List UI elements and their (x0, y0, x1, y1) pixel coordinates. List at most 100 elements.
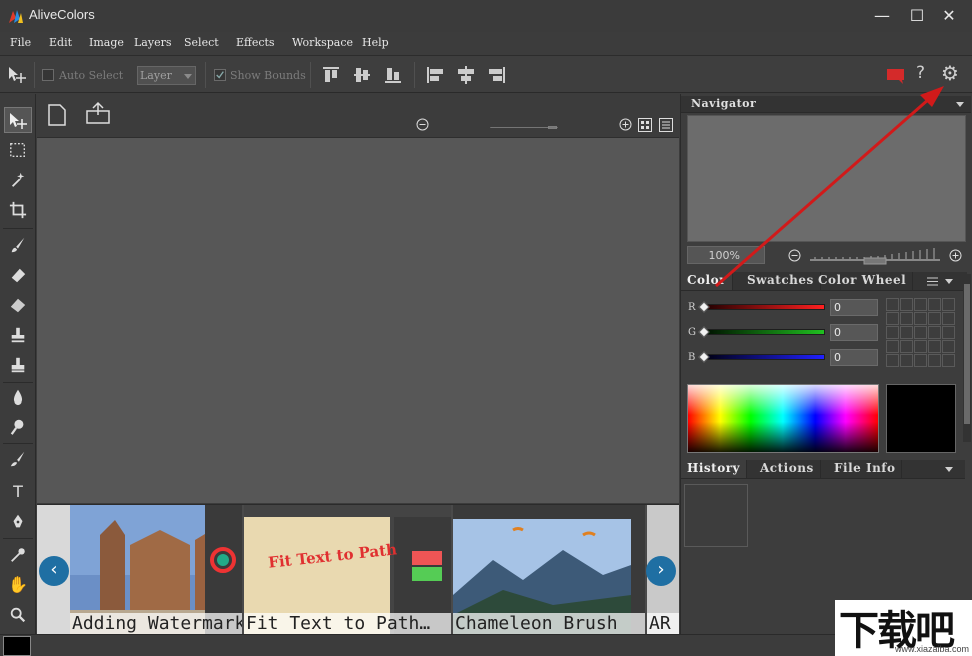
carousel-card-fit-text[interactable]: Fit Text to Path Fit Text to Path… (244, 505, 451, 635)
chevron-down-icon[interactable] (956, 102, 964, 107)
sponge-icon[interactable] (4, 414, 32, 440)
blue-slider[interactable] (703, 354, 825, 360)
minimize-button[interactable]: — (865, 4, 899, 28)
swatch-cell[interactable] (942, 312, 955, 325)
swatch-cell[interactable] (914, 354, 927, 367)
swatch-cell[interactable] (914, 298, 927, 311)
magic-wand-icon[interactable] (4, 167, 32, 193)
menu-file[interactable]: File (10, 36, 31, 49)
maximize-button[interactable]: ☐ (900, 4, 934, 28)
align-bottom-icon[interactable] (382, 65, 404, 85)
panel-scrollbar[interactable] (963, 274, 971, 442)
stamp-icon[interactable] (4, 322, 32, 348)
chevron-down-icon[interactable] (945, 279, 953, 284)
navigator-zoom-in-icon[interactable] (949, 249, 962, 262)
layer-select[interactable]: Layer (137, 66, 196, 85)
menu-layers[interactable]: Layers (134, 36, 172, 49)
carousel-prev-button[interactable]: ‹ (39, 556, 69, 586)
swatch-cell[interactable] (928, 312, 941, 325)
tab-color[interactable]: Color (681, 272, 733, 290)
new-document-icon[interactable] (47, 103, 67, 127)
align-vcenter-icon[interactable] (351, 65, 373, 85)
swatch-cell[interactable] (900, 312, 913, 325)
canvas-area[interactable] (37, 137, 679, 503)
menu-image[interactable]: Image (89, 36, 124, 49)
swatch-cell[interactable] (942, 354, 955, 367)
align-top-icon[interactable] (320, 65, 342, 85)
blur-icon[interactable] (4, 384, 32, 410)
open-document-icon[interactable] (85, 101, 111, 125)
brush-icon[interactable] (4, 232, 32, 258)
red-slider[interactable] (703, 304, 825, 310)
swatch-cell[interactable] (928, 298, 941, 311)
navigator-zoom-slider[interactable] (810, 245, 940, 265)
swatch-cell[interactable] (942, 340, 955, 353)
swatch-cell[interactable] (886, 354, 899, 367)
settings-icon[interactable]: ⚙ (941, 61, 959, 85)
chevron-down-icon[interactable] (945, 467, 953, 472)
swatch-cell[interactable] (914, 326, 927, 339)
swatch-cell[interactable] (900, 298, 913, 311)
menu-select[interactable]: Select (184, 36, 219, 49)
zoom-out-icon[interactable] (416, 118, 429, 131)
swatch-cell[interactable] (942, 298, 955, 311)
tab-actions[interactable]: Actions (754, 460, 821, 478)
eraser-icon[interactable] (4, 262, 32, 288)
gradient-icon[interactable] (4, 292, 32, 318)
panel-menu-icon[interactable] (927, 277, 938, 286)
text-icon[interactable]: T (4, 479, 32, 505)
history-snapshot[interactable] (684, 484, 748, 547)
carousel-next-button[interactable]: › (646, 556, 676, 586)
swatch-cell[interactable] (900, 340, 913, 353)
swatch-cell[interactable] (900, 326, 913, 339)
menu-effects[interactable]: Effects (236, 36, 275, 49)
foreground-color-swatch[interactable] (3, 636, 31, 656)
menu-edit[interactable]: Edit (49, 36, 72, 49)
align-left-icon[interactable] (424, 65, 446, 85)
swatch-cell[interactable] (886, 312, 899, 325)
rect-select-icon[interactable] (4, 137, 32, 163)
menu-workspace[interactable]: Workspace (292, 36, 353, 49)
red-value-field[interactable]: 0 (830, 299, 878, 316)
tab-color-wheel[interactable]: Color Wheel (812, 272, 914, 290)
color-spectrum-picker[interactable] (687, 384, 879, 453)
show-bounds-checkbox[interactable] (214, 69, 226, 81)
swatch-cell[interactable] (886, 326, 899, 339)
menu-help[interactable]: Help (362, 36, 389, 49)
auto-select-checkbox[interactable] (42, 69, 54, 81)
pen-icon[interactable] (4, 509, 32, 535)
zoom-in-icon[interactable] (619, 118, 632, 131)
crop-icon[interactable] (4, 197, 32, 223)
swatch-cell[interactable] (928, 354, 941, 367)
zoom-icon[interactable] (4, 602, 32, 628)
tab-file-info[interactable]: File Info (828, 460, 903, 478)
carousel-card-watermarks[interactable]: Adding Watermarks (70, 505, 242, 635)
green-value-field[interactable]: 0 (830, 324, 878, 341)
move-tool-icon[interactable] (4, 107, 32, 133)
help-icon[interactable]: ? (916, 63, 925, 83)
align-right-icon[interactable] (486, 65, 508, 85)
swatch-cell[interactable] (900, 354, 913, 367)
eyedropper-icon[interactable] (4, 542, 32, 568)
swatch-cell[interactable] (886, 340, 899, 353)
list-view-icon[interactable] (659, 118, 673, 132)
swatch-cell[interactable] (928, 340, 941, 353)
swatch-cell[interactable] (914, 312, 927, 325)
swatch-cell[interactable] (886, 298, 899, 311)
swatch-cell[interactable] (928, 326, 941, 339)
tab-history[interactable]: History (681, 460, 747, 478)
hand-icon[interactable]: ✋ (4, 572, 32, 598)
green-slider[interactable] (703, 329, 825, 335)
close-button[interactable]: ✕ (932, 4, 966, 28)
blue-value-field[interactable]: 0 (830, 349, 878, 366)
navigator-zoom-out-icon[interactable] (788, 249, 801, 262)
smudge-icon[interactable] (4, 446, 32, 472)
swatch-cell[interactable] (914, 340, 927, 353)
carousel-card-chameleon-brush[interactable]: Chameleon Brush (453, 505, 645, 635)
navigator-zoom-field[interactable]: 100% (687, 246, 765, 264)
chat-icon[interactable] (885, 65, 907, 85)
recent-swatches-grid[interactable] (886, 298, 956, 368)
healing-icon[interactable] (4, 352, 32, 378)
navigator-preview[interactable] (687, 115, 966, 242)
swatch-cell[interactable] (942, 326, 955, 339)
